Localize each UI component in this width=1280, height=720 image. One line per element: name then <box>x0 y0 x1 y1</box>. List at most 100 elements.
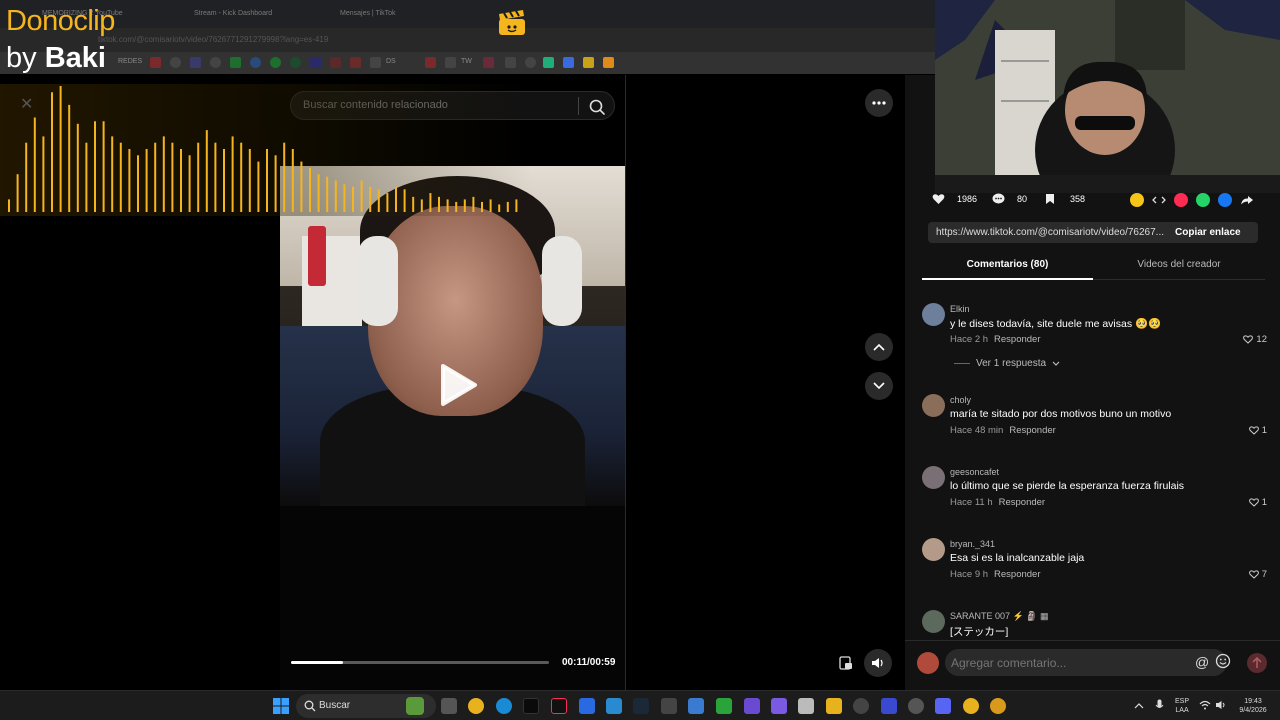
mention-button[interactable]: @ <box>1195 654 1209 670</box>
language-top: ESP <box>1175 698 1190 705</box>
visualizer-bar <box>283 142 286 212</box>
emoji-icon[interactable] <box>1215 653 1231 669</box>
video-player[interactable]: 00:11/00:59 <box>280 166 625 690</box>
send-icon[interactable] <box>1174 193 1188 207</box>
avatar[interactable] <box>922 394 945 417</box>
comment-text: y le dises todavía, site duele me avisas… <box>950 318 1162 330</box>
chrome-icon[interactable] <box>963 698 979 714</box>
edge-icon[interactable] <box>496 698 512 714</box>
user-avatar[interactable] <box>917 652 939 674</box>
comment-username[interactable]: choly <box>950 395 971 405</box>
comment-like-count: 12 <box>1256 334 1267 345</box>
chevron-down-icon <box>873 382 885 390</box>
next-video-button[interactable] <box>865 372 893 400</box>
volume-button[interactable] <box>864 649 892 677</box>
visualizer-bar <box>171 142 174 212</box>
taskbar-search[interactable]: Buscar <box>296 694 436 718</box>
embed-icon[interactable] <box>1152 193 1166 207</box>
app-icon[interactable] <box>771 698 787 714</box>
comment-time: Hace 48 min <box>950 425 1004 436</box>
avatar[interactable] <box>922 466 945 489</box>
play-icon[interactable] <box>437 362 479 408</box>
windows-start-icon[interactable] <box>273 698 289 714</box>
tab-creator-videos[interactable]: Videos del creador <box>1093 250 1265 280</box>
app-icon[interactable] <box>853 698 869 714</box>
share-arrow-icon[interactable] <box>1240 193 1254 207</box>
visualizer-bar <box>59 86 62 212</box>
tab-comments[interactable]: Comentarios (80) <box>922 250 1093 280</box>
bookmark-icon[interactable] <box>603 57 614 68</box>
file-explorer-icon[interactable] <box>826 698 842 714</box>
heart-icon <box>932 194 945 204</box>
chevron-up-icon[interactable] <box>1134 702 1144 709</box>
steam-icon[interactable] <box>633 698 649 714</box>
visualizer-bar <box>377 189 380 212</box>
microphone-icon[interactable] <box>1155 699 1164 712</box>
app-icon[interactable] <box>579 698 595 714</box>
share-link[interactable]: https://www.tiktok.com/@comisariotv/vide… <box>936 227 1172 238</box>
video-progress-bar[interactable] <box>291 661 549 664</box>
comment-like-button[interactable]: 1 <box>1248 497 1267 508</box>
comment-username[interactable]: SARANTE 007 ⚡ 🗿 ▦ <box>950 611 1048 622</box>
comment-like-button[interactable]: 12 <box>1243 334 1267 345</box>
send-comment-button[interactable] <box>1247 653 1267 673</box>
comment-item: choly maría te sitado por dos motivos bu… <box>922 394 1267 439</box>
wifi-icon[interactable] <box>1199 700 1211 710</box>
coin-icon[interactable] <box>1130 193 1144 207</box>
language-indicator[interactable]: ESP LAA <box>1175 697 1189 715</box>
discord-icon[interactable] <box>935 698 951 714</box>
comment-item: SARANTE 007 ⚡ 🗿 ▦ [ステッカー] <box>922 610 1267 640</box>
excel-icon[interactable] <box>716 698 732 714</box>
app-icon[interactable] <box>881 698 897 714</box>
more-options-button[interactable] <box>865 89 893 117</box>
app-icon[interactable] <box>688 698 704 714</box>
clock[interactable]: 19:43 9/4/2026 <box>1236 697 1270 715</box>
search-icon <box>304 700 316 712</box>
visualizer-bar <box>343 184 346 212</box>
tiktok-icon[interactable] <box>551 698 567 714</box>
bookmark-icon[interactable] <box>543 57 554 68</box>
floating-player-button[interactable] <box>832 649 860 677</box>
comment-like-button[interactable]: 1 <box>1248 425 1267 436</box>
comment-input[interactable] <box>945 649 1227 676</box>
close-icon[interactable]: ✕ <box>20 94 33 114</box>
avatar[interactable] <box>922 610 945 633</box>
visualizer-bar <box>300 161 303 212</box>
whatsapp-icon[interactable] <box>1196 193 1210 207</box>
app-icon[interactable] <box>606 698 622 714</box>
visualizer-bar <box>352 186 354 212</box>
avatar[interactable] <box>922 303 945 326</box>
reply-button[interactable]: Responder <box>994 569 1040 580</box>
app-icon[interactable] <box>908 698 924 714</box>
notepad-icon[interactable] <box>798 698 814 714</box>
comment-text: [ステッカー] <box>950 626 1009 638</box>
comment-username[interactable]: bryan._341 <box>950 539 995 549</box>
comments-stat[interactable]: 80 <box>992 193 1027 205</box>
comment-like-button[interactable]: 7 <box>1248 569 1267 580</box>
app-icon[interactable] <box>661 698 677 714</box>
heart-outline-icon <box>1248 426 1259 435</box>
saves-stat[interactable]: 358 <box>1045 193 1085 205</box>
chrome-icon[interactable] <box>468 698 484 714</box>
view-replies-button[interactable]: Ver 1 respuesta <box>954 358 1060 369</box>
reply-button[interactable]: Responder <box>994 334 1040 345</box>
kick-icon[interactable] <box>523 698 539 714</box>
binance-icon[interactable] <box>583 57 594 68</box>
visualizer-bar <box>326 176 329 212</box>
app-icon[interactable] <box>990 698 1006 714</box>
previous-video-button[interactable] <box>865 333 893 361</box>
comment-username[interactable]: geesoncafet <box>950 467 999 477</box>
app-icon[interactable] <box>744 698 760 714</box>
facebook-icon[interactable] <box>1218 193 1232 207</box>
bookmark-icon[interactable] <box>563 57 574 68</box>
reply-button[interactable]: Responder <box>999 497 1045 508</box>
avatar[interactable] <box>922 538 945 561</box>
copy-link-button[interactable]: Copiar enlace <box>1175 227 1241 238</box>
comment-text: Esa si es la inalcanzable jaja <box>950 552 1085 564</box>
likes-stat[interactable]: 1986 <box>932 193 977 205</box>
speaker-icon[interactable] <box>1215 700 1227 710</box>
comment-username[interactable]: Elkin <box>950 304 970 314</box>
task-view-icon[interactable] <box>441 698 457 714</box>
search-icon[interactable] <box>587 97 607 117</box>
reply-button[interactable]: Responder <box>1009 425 1055 436</box>
